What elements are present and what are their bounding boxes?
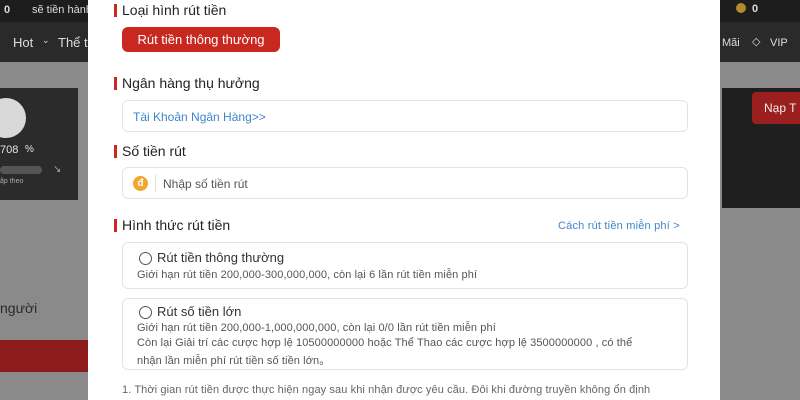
- field-divider: [155, 175, 156, 192]
- option-normal-desc: Giới hạn rút tiền 200,000-300,000,000, c…: [137, 269, 478, 281]
- withdraw-modal: Loại hình rút tiền Rút tiền thông thường…: [88, 0, 720, 400]
- background-nap-label: Nạp T: [764, 101, 797, 115]
- withdraw-type-button[interactable]: Rút tiền thông thường: [122, 27, 280, 52]
- withdraw-note: 1. Thời gian rút tiền được thực hiện nga…: [122, 384, 651, 396]
- avatar: [0, 98, 26, 138]
- option-normal-label: Rút tiền thông thường: [157, 250, 285, 265]
- withdraw-type-title: Loại hình rút tiền: [113, 2, 227, 18]
- background-stat-value: 708: [0, 144, 19, 156]
- background-nav-mai: Mãi: [722, 37, 740, 49]
- background-nav-vip: VIP: [770, 37, 788, 49]
- withdraw-type-button-label: Rút tiền thông thường: [137, 32, 265, 47]
- option-large-desc-3: nhận lần miễn phí rút tiền số tiền lớn。: [137, 355, 331, 367]
- background-logo-fragment: 0: [4, 4, 11, 16]
- amount-input[interactable]: [163, 174, 663, 194]
- amount-title: Số tiền rút: [114, 143, 186, 159]
- beneficiary-title: Ngân hàng thụ hưởng: [114, 75, 260, 91]
- background-profile-card: 708 % ↘ ập theo: [0, 88, 78, 200]
- option-large-withdraw[interactable]: Rút số tiền lớn Giới hạn rút tiền 200,00…: [122, 298, 688, 370]
- background-progress-bar: [0, 166, 42, 174]
- background-nap-button: Nạp T: [752, 92, 800, 124]
- arrow-icon: ↘: [53, 164, 62, 175]
- background-stat-small: ập theo: [0, 178, 24, 185]
- diamond-icon: ◇: [752, 36, 761, 48]
- background-side-text: người: [0, 300, 38, 316]
- radio-normal-withdraw[interactable]: [139, 252, 152, 265]
- option-large-label: Rút số tiền lớn: [157, 304, 242, 319]
- bank-account-field[interactable]: Tài Khoản Ngân Hàng>>: [122, 100, 688, 132]
- chevron-down-icon: ⌄: [42, 35, 50, 45]
- background-nav-hot: Hot: [13, 35, 34, 50]
- currency-coin-icon: đ: [133, 176, 148, 191]
- percent-icon: %: [25, 144, 34, 155]
- bank-account-link[interactable]: Tài Khoản Ngân Hàng>>: [133, 110, 266, 124]
- background-red-strip: [0, 340, 88, 372]
- background-nav-the: Thể t: [58, 35, 88, 50]
- method-title: Hình thức rút tiền: [113, 217, 231, 233]
- free-withdraw-guide-link[interactable]: Cách rút tiền miễn phí >: [558, 220, 680, 232]
- option-large-desc-1: Giới hạn rút tiền 200,000-1,000,000,000,…: [137, 322, 496, 334]
- option-normal-withdraw[interactable]: Rút tiền thông thường Giới hạn rút tiền …: [122, 242, 688, 289]
- amount-field[interactable]: đ: [122, 167, 688, 199]
- option-large-desc-2: Còn lại Giải trí các cược hợp lệ 1050000…: [137, 337, 633, 349]
- background-coin-count: 0: [752, 3, 759, 15]
- radio-large-withdraw[interactable]: [139, 306, 152, 319]
- coin-icon: [736, 3, 746, 13]
